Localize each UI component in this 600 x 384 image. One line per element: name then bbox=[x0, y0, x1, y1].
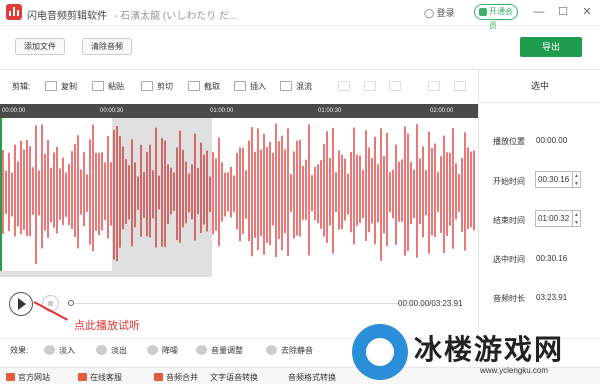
play-button[interactable] bbox=[9, 292, 33, 316]
crop-label: 截取 bbox=[204, 82, 220, 91]
home-icon bbox=[6, 373, 15, 381]
waveform bbox=[2, 123, 475, 265]
audio-merge-label: 音频合并 bbox=[166, 373, 198, 382]
selection-panel: 选中 播放位置 00:00.00 开始时间 00:30.16 ▲ ▼ 结束时间 0… bbox=[478, 69, 600, 339]
fade-out-icon bbox=[96, 345, 107, 355]
cut-label: 剪切 bbox=[157, 82, 173, 91]
ruler-tick: 00:00:30 bbox=[100, 108, 124, 114]
selected-time-value: 00:30.16 bbox=[536, 254, 568, 263]
fade-out-label: 淡出 bbox=[111, 346, 127, 355]
ruler-tick: 01:00:30 bbox=[318, 108, 342, 114]
end-time-input[interactable]: 01:00.32 bbox=[535, 210, 573, 227]
zoom-out-icon bbox=[454, 81, 466, 91]
mute-icon bbox=[266, 345, 277, 355]
start-time-spinner[interactable]: ▲ ▼ bbox=[573, 171, 581, 188]
copy-label: 复制 bbox=[61, 82, 77, 91]
selection-panel-title: 选中 bbox=[479, 69, 600, 103]
headphones-icon bbox=[338, 81, 350, 91]
redo-icon bbox=[389, 81, 401, 91]
login-button[interactable]: ◯ 登录 bbox=[424, 6, 455, 19]
title-bar: 闪电音频剪辑软件 - 石濱太龍 (いしわたり だ... ◯ 登录 开通会员 — … bbox=[0, 0, 600, 30]
copy-icon bbox=[45, 81, 57, 91]
duration-value: 03:23.91 bbox=[536, 293, 568, 302]
file-title: - 石濱太龍 (いしわたり だ... bbox=[114, 11, 238, 22]
start-time-input[interactable]: 00:30.16 bbox=[535, 171, 573, 188]
start-time-label: 开始时间 bbox=[493, 177, 525, 186]
export-button[interactable]: 导出 bbox=[520, 37, 582, 57]
official-site-label: 官方网站 bbox=[18, 373, 50, 382]
tts-label: 文字语音转换 bbox=[210, 373, 258, 382]
fade-in-label: 淡入 bbox=[59, 346, 75, 355]
format-convert-label: 音频格式转换 bbox=[288, 373, 336, 382]
insert-icon bbox=[234, 81, 246, 91]
zoom-in-icon bbox=[428, 81, 440, 91]
watermark-text: 冰楼游戏网 bbox=[414, 334, 565, 365]
audio-merge-link[interactable]: 音频合并 bbox=[154, 372, 198, 383]
minimize-button[interactable]: — bbox=[532, 5, 546, 19]
scissors-icon bbox=[141, 81, 153, 91]
selected-time-label: 选中时间 bbox=[493, 255, 525, 264]
main-toolbar: 添加文件 清除音频 导出 bbox=[0, 27, 600, 69]
effects-label: 效果: bbox=[10, 346, 29, 355]
end-time-label: 结束时间 bbox=[493, 216, 525, 225]
user-icon: ◯ bbox=[424, 8, 437, 18]
denoise-icon bbox=[147, 345, 158, 355]
play-pos-label: 播放位置 bbox=[493, 137, 525, 146]
crop-icon bbox=[188, 81, 200, 91]
denoise-label: 降噪 bbox=[162, 346, 178, 355]
playhead[interactable] bbox=[0, 118, 2, 273]
crown-icon bbox=[479, 8, 487, 16]
speaker-icon bbox=[196, 345, 207, 355]
official-site-link[interactable]: 官方网站 bbox=[6, 372, 50, 383]
app-title: 闪电音频剪辑软件 bbox=[27, 11, 107, 22]
vip-button[interactable]: 开通会员 bbox=[474, 4, 518, 30]
edit-toolbar: 剪辑: 复制 粘贴 剪切 截取 插入 混流 bbox=[0, 70, 478, 104]
paste-label: 粘贴 bbox=[108, 82, 124, 91]
format-convert-link[interactable]: 音频格式转换 bbox=[288, 372, 336, 383]
selection-region[interactable] bbox=[112, 118, 212, 273]
insert-label: 插入 bbox=[250, 82, 266, 91]
volume-label: 音量调整 bbox=[211, 346, 243, 355]
maximize-button[interactable]: ☐ bbox=[556, 5, 570, 19]
watermark: 冰楼游戏网 www.yclengku.com bbox=[348, 320, 598, 384]
clear-audio-button[interactable]: 清除音频 bbox=[82, 38, 132, 55]
undo-icon bbox=[364, 81, 376, 91]
end-time-spinner[interactable]: ▲ ▼ bbox=[573, 210, 581, 227]
edit-label: 剪辑: bbox=[12, 82, 31, 91]
watermark-logo bbox=[352, 324, 408, 380]
play-hint-annotation: 点此播放试听 bbox=[74, 320, 140, 332]
online-support-label: 在线客服 bbox=[90, 373, 122, 382]
progress-handle[interactable] bbox=[68, 300, 74, 306]
mix-label: 混流 bbox=[296, 82, 312, 91]
play-pos-value: 00:00.00 bbox=[536, 136, 568, 145]
playback-time: 00:00.00/03:23.91 bbox=[398, 299, 463, 308]
online-support-link[interactable]: 在线客服 bbox=[78, 372, 122, 383]
login-label: 登录 bbox=[436, 8, 455, 18]
tts-link[interactable]: 文字语音转换 bbox=[210, 372, 258, 383]
duration-label: 音频时长 bbox=[493, 294, 525, 303]
progress-track[interactable] bbox=[74, 303, 400, 304]
fade-in-icon bbox=[44, 345, 55, 355]
ruler-tick: 00:00:00 bbox=[2, 108, 26, 114]
paste-icon bbox=[92, 81, 104, 91]
waveform-area[interactable] bbox=[0, 118, 478, 273]
merge-icon bbox=[154, 373, 163, 381]
app-logo-icon bbox=[6, 4, 22, 20]
add-file-button[interactable]: 添加文件 bbox=[15, 38, 65, 55]
support-icon bbox=[78, 373, 87, 381]
ruler-tick: 01:00:00 bbox=[210, 108, 234, 114]
time-ruler: 00:00:00 00:00:30 01:00:00 01:00:30 02:0… bbox=[0, 104, 478, 118]
waveform-scrollbar[interactable] bbox=[0, 271, 212, 277]
mix-icon bbox=[280, 81, 292, 91]
remove-silence-label: 去除静音 bbox=[281, 346, 313, 355]
ruler-tick: 02:00:00 bbox=[430, 108, 454, 114]
watermark-url: www.yclengku.com bbox=[480, 366, 549, 375]
close-button[interactable]: ✕ bbox=[580, 5, 594, 19]
